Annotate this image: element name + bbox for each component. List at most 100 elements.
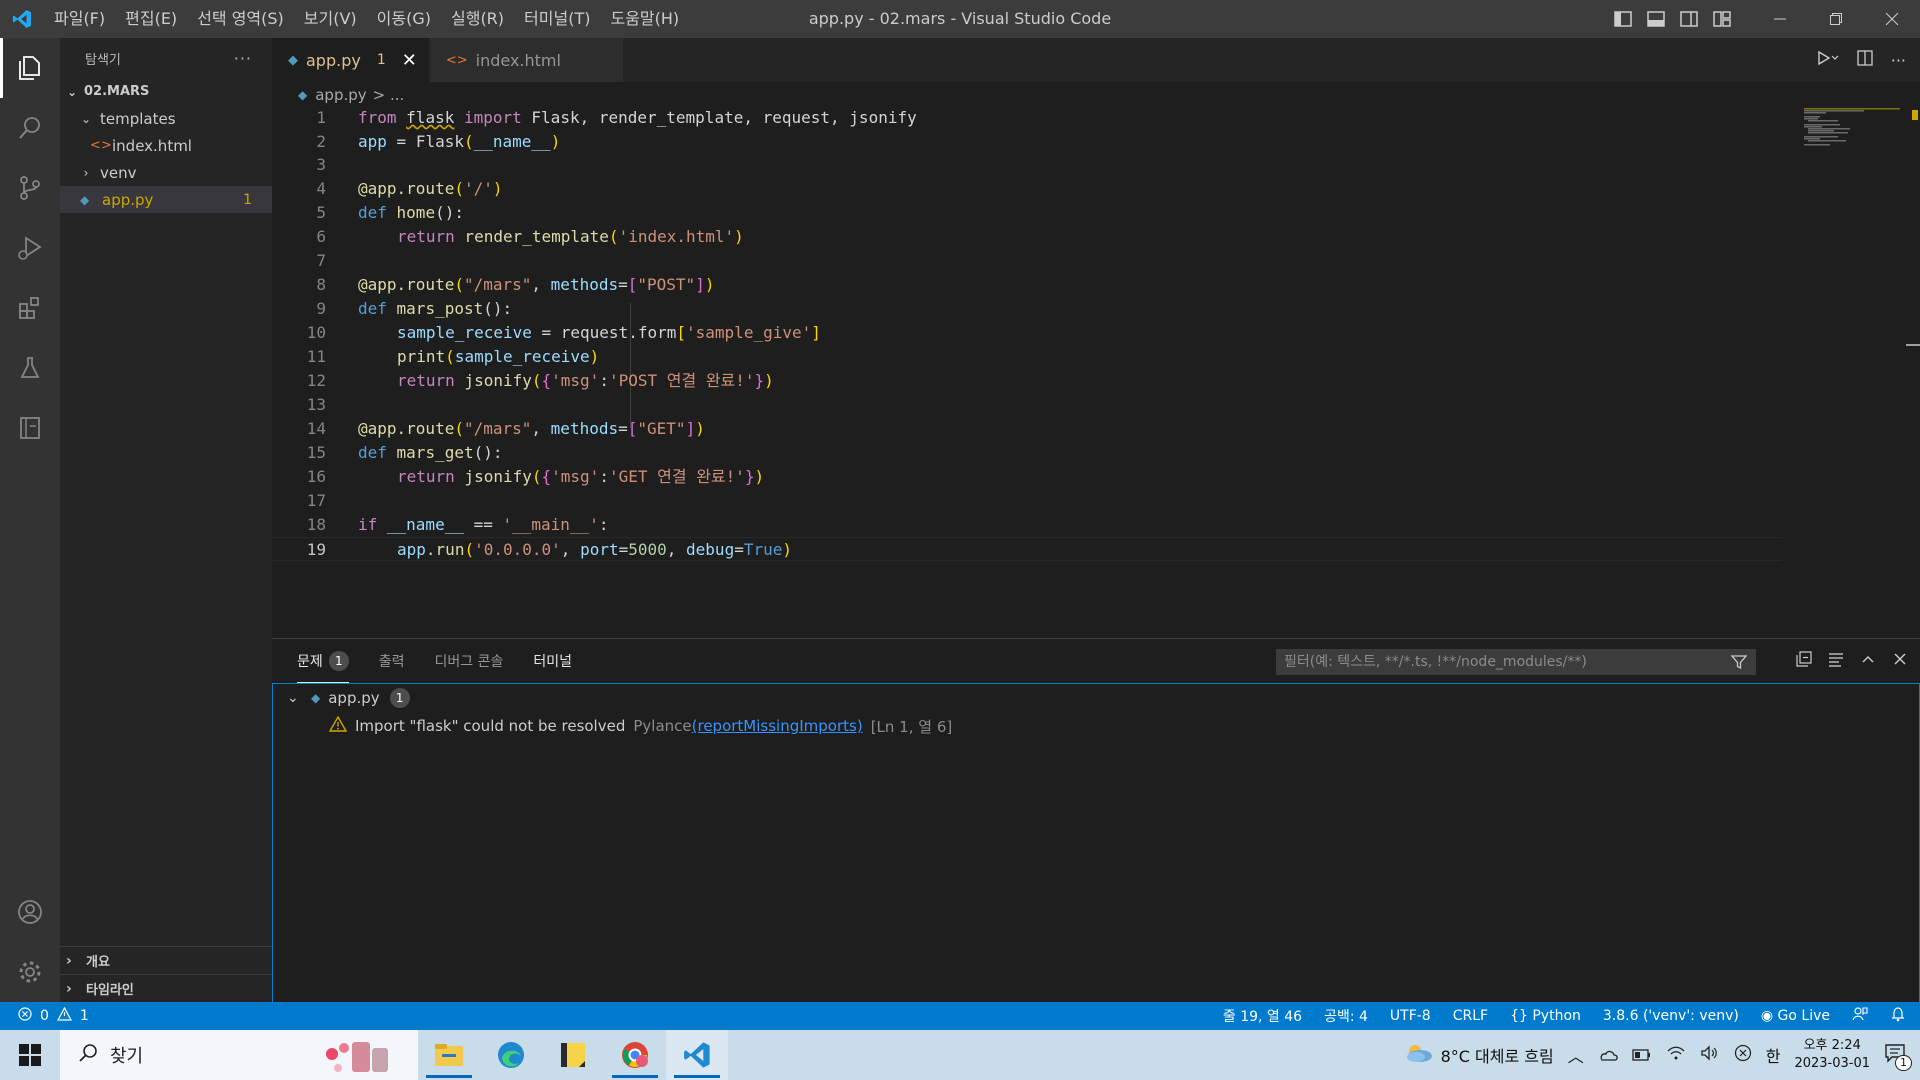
search-icon[interactable]: [0, 98, 60, 158]
edge-browser-app-icon[interactable]: [480, 1030, 542, 1080]
token: flask: [406, 108, 455, 127]
collapse-all-icon[interactable]: [1796, 651, 1812, 671]
token: render_template: [454, 227, 609, 246]
run-python-file-icon[interactable]: [1817, 50, 1839, 70]
menu-bar: 파일(F) 편집(E) 선택 영역(S) 보기(V) 이동(G) 실행(R) 터…: [44, 0, 689, 38]
tab-output[interactable]: 출력: [379, 639, 405, 683]
settings-gear-icon[interactable]: [0, 942, 60, 1002]
more-actions-icon[interactable]: ···: [234, 49, 252, 68]
breadcrumb-file[interactable]: app.py: [315, 86, 366, 104]
chevron-right-icon: ›: [66, 952, 72, 969]
battery-icon[interactable]: [1632, 1046, 1652, 1065]
wifi-icon[interactable]: [1666, 1045, 1686, 1065]
chevron-up-icon[interactable]: ︿: [1568, 1043, 1584, 1067]
close-tab-icon[interactable]: ✕: [402, 50, 417, 71]
python-interpreter[interactable]: 3.8.6 ('venv': venv): [1603, 1008, 1739, 1024]
onedrive-cloud-icon[interactable]: [1598, 1046, 1618, 1065]
token: def: [358, 203, 387, 222]
line-number: 9: [316, 299, 326, 318]
feedback-icon[interactable]: [1852, 1006, 1868, 1026]
token: =: [618, 419, 628, 438]
tree-item-venv[interactable]: › venv: [60, 159, 272, 186]
action-center-icon[interactable]: 1: [1884, 1043, 1912, 1071]
go-live-button[interactable]: ◉ Go Live: [1761, 1008, 1830, 1024]
token: def: [358, 299, 387, 318]
menu-terminal[interactable]: 터미널(T): [514, 0, 600, 38]
chrome-browser-app-icon[interactable]: [604, 1030, 666, 1080]
volume-icon[interactable]: [1700, 1045, 1720, 1065]
tab-index-html[interactable]: <> index.html: [429, 38, 624, 82]
taskbar-search-box[interactable]: 찾기: [60, 1030, 418, 1080]
menu-view[interactable]: 보기(V): [294, 0, 367, 38]
minimap[interactable]: [1800, 108, 1900, 168]
cursor-position[interactable]: 줄 19, 열 46: [1223, 1006, 1302, 1026]
testing-icon[interactable]: [0, 338, 60, 398]
file-encoding[interactable]: UTF-8: [1390, 1008, 1431, 1024]
token: ]: [811, 323, 821, 342]
menu-help[interactable]: 도움말(H): [600, 0, 689, 38]
token: ): [704, 275, 715, 294]
line-number: 3: [316, 155, 326, 174]
view-as-table-icon[interactable]: [1828, 651, 1844, 671]
vscode-app-icon[interactable]: [666, 1030, 728, 1080]
problem-code-link[interactable]: (reportMissingImports): [692, 717, 863, 735]
minimize-icon[interactable]: [1752, 0, 1808, 38]
indentation[interactable]: 공백: 4: [1324, 1006, 1368, 1026]
restore-icon[interactable]: [1808, 0, 1864, 38]
code-line: 3: [272, 153, 1782, 177]
toggle-secondary-sidebar-icon[interactable]: [1672, 0, 1705, 38]
timeline-section[interactable]: › 타임라인: [60, 974, 272, 1002]
file-explorer-app-icon[interactable]: [418, 1030, 480, 1080]
problem-file-row[interactable]: ⌄ ◆ app.py 1: [273, 684, 1919, 712]
tab-problems[interactable]: 문제 1: [297, 639, 349, 683]
menu-go[interactable]: 이동(G): [367, 0, 441, 38]
tab-debug-console[interactable]: 디버그 콘솔: [435, 639, 504, 683]
menu-file[interactable]: 파일(F): [44, 0, 115, 38]
language-mode[interactable]: {} Python: [1510, 1008, 1581, 1024]
tree-item-app-py[interactable]: ◆ app.py 1: [60, 186, 272, 213]
tree-item-templates[interactable]: ⌄ templates: [60, 105, 272, 132]
problem-item[interactable]: Import "flask" could not be resolved Pyl…: [273, 712, 1919, 740]
weather-widget[interactable]: 8°C 대체로 흐림: [1403, 1042, 1554, 1068]
explorer-icon[interactable]: [0, 38, 60, 98]
run-debug-icon[interactable]: [0, 218, 60, 278]
taskbar-clock[interactable]: 오후 2:24 2023-03-01: [1794, 1037, 1870, 1073]
no-connection-icon[interactable]: [1734, 1044, 1752, 1066]
token: ():: [483, 299, 513, 318]
remote-explorer-icon[interactable]: [0, 398, 60, 458]
go-live-label: Go Live: [1777, 1008, 1830, 1024]
close-panel-icon[interactable]: [1892, 651, 1908, 671]
tree-item-index-html[interactable]: <> index.html: [60, 132, 272, 159]
split-editor-icon[interactable]: [1857, 50, 1873, 70]
filter-icon[interactable]: [1730, 653, 1748, 680]
breadcrumb-symbols[interactable]: > ...: [373, 86, 405, 104]
tab-terminal[interactable]: 터미널: [533, 639, 572, 683]
ime-indicator[interactable]: 한: [1766, 1043, 1781, 1067]
code-line: 13: [272, 393, 1782, 417]
extensions-icon[interactable]: [0, 278, 60, 338]
problems-filter-input[interactable]: 필터(예: 텍스트, **/*.ts, !**/node_modules/**): [1276, 649, 1756, 675]
tree-item-label: venv: [100, 163, 137, 182]
menu-edit[interactable]: 편집(E): [115, 0, 187, 38]
toggle-primary-sidebar-icon[interactable]: [1606, 0, 1639, 38]
workspace-folder-row[interactable]: ⌄ 02.MARS: [60, 78, 272, 105]
token: ): [734, 227, 744, 246]
code-editor[interactable]: 1 from flask import Flask, render_templat…: [272, 108, 1920, 638]
more-actions-icon[interactable]: ···: [1891, 51, 1906, 70]
customize-layout-icon[interactable]: [1705, 0, 1738, 38]
outline-label: 개요: [86, 955, 110, 970]
source-control-icon[interactable]: [0, 158, 60, 218]
end-of-line[interactable]: CRLF: [1453, 1008, 1488, 1024]
windows-start-icon[interactable]: [0, 1030, 60, 1080]
toggle-panel-icon[interactable]: [1639, 0, 1672, 38]
sticky-notes-app-icon[interactable]: [542, 1030, 604, 1080]
accounts-icon[interactable]: [0, 882, 60, 942]
outline-section[interactable]: › 개요: [60, 946, 272, 974]
menu-run[interactable]: 실행(R): [441, 0, 514, 38]
status-problems[interactable]: 0 1: [0, 1006, 89, 1025]
notifications-bell-icon[interactable]: [1890, 1006, 1906, 1026]
tab-app-py[interactable]: ◆ app.py 1 ✕: [272, 38, 430, 82]
maximize-panel-icon[interactable]: [1860, 651, 1876, 671]
menu-selection[interactable]: 선택 영역(S): [187, 0, 294, 38]
close-window-icon[interactable]: [1864, 0, 1920, 38]
